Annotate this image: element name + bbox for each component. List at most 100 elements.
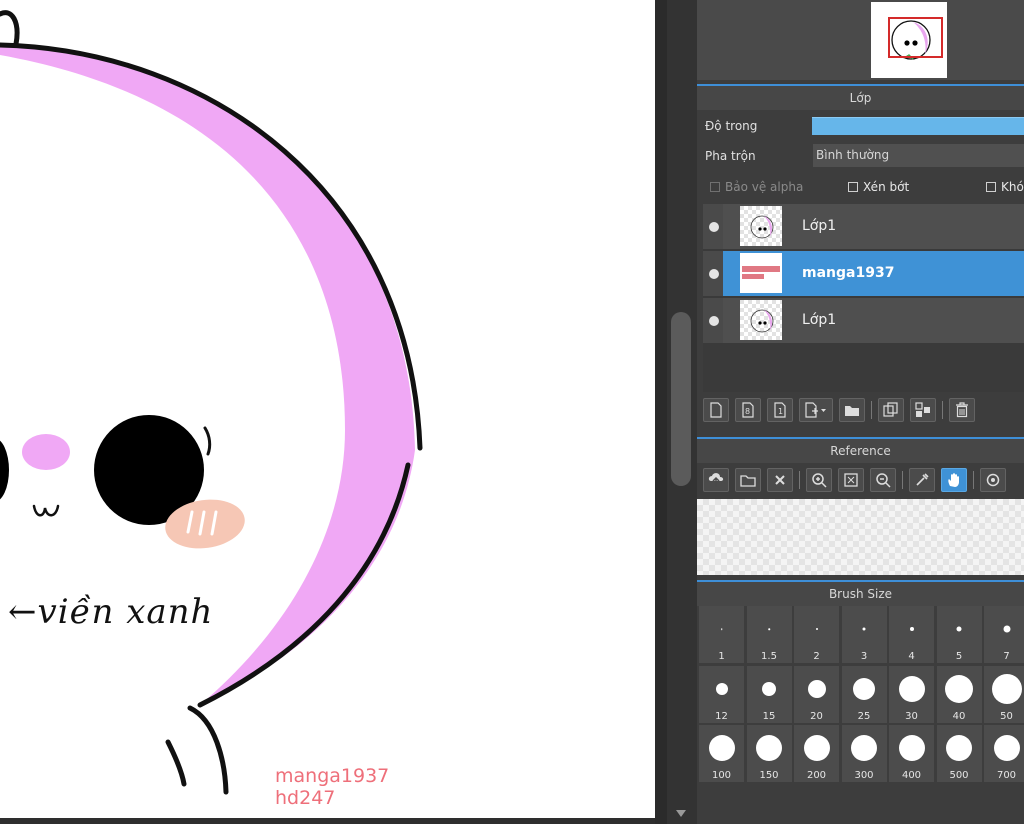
brush-preview-dot: [946, 735, 972, 761]
brush-size-label: 300: [854, 770, 874, 781]
delete-layer-icon[interactable]: [949, 398, 975, 422]
clipping-label: Xén bớt: [863, 180, 910, 194]
merge-layer-icon[interactable]: [910, 398, 936, 422]
reference-image-area[interactable]: [697, 499, 1024, 575]
brush-preview-dot: [991, 673, 1022, 704]
protect-alpha-checkbox[interactable]: [710, 182, 720, 192]
rotate-icon[interactable]: [980, 468, 1006, 492]
brush-size-panel-header: Brush Size: [697, 580, 1024, 606]
upload-icon[interactable]: [703, 468, 729, 492]
new-1bit-layer-icon[interactable]: 1: [767, 398, 793, 422]
canvas-bottom-strip: [0, 818, 655, 824]
opacity-slider[interactable]: [812, 117, 1024, 135]
layer-visibility-cell[interactable]: [703, 204, 723, 249]
brush-size-option[interactable]: 12: [699, 665, 744, 723]
brush-size-option[interactable]: 100: [699, 725, 744, 782]
character-drawing: [0, 10, 423, 795]
lock-checkbox[interactable]: [986, 182, 996, 192]
zoom-in-icon[interactable]: [806, 468, 832, 492]
eyedropper-icon[interactable]: [909, 468, 935, 492]
layer-row[interactable]: Lớp1: [703, 204, 1024, 249]
zoom-out-icon[interactable]: [870, 468, 896, 492]
brush-preview-dot: [862, 627, 866, 631]
brush-preview-dot: [720, 628, 723, 630]
toolbar-separator: [799, 471, 800, 489]
brush-size-option[interactable]: 30: [889, 665, 934, 723]
layer-row[interactable]: Lớp1: [703, 298, 1024, 343]
brush-size-label: 7: [1003, 651, 1010, 662]
navigator-panel[interactable]: [697, 0, 1024, 80]
brush-size-option[interactable]: 400: [889, 725, 934, 782]
lock-option[interactable]: Khó: [986, 180, 1024, 194]
brush-preview-dot: [803, 735, 830, 761]
clipping-checkbox[interactable]: [848, 182, 858, 192]
svg-text:1: 1: [778, 407, 783, 416]
brush-size-label: 1: [718, 651, 725, 662]
brush-size-label: 200: [806, 770, 827, 781]
brush-size-option[interactable]: 25: [841, 665, 887, 723]
brush-size-option[interactable]: 50: [984, 665, 1024, 723]
brush-size-label: 4: [908, 651, 915, 662]
brush-preview-dot: [708, 735, 735, 761]
layer-name[interactable]: Lớp1: [802, 312, 836, 328]
layer-row-selected[interactable]: manga1937: [703, 251, 1024, 296]
brush-size-option[interactable]: 150: [746, 725, 792, 782]
clipping-option[interactable]: Xén bớt: [848, 180, 909, 194]
layer-name[interactable]: Lớp1: [802, 218, 836, 234]
brush-size-option[interactable]: 40: [936, 665, 982, 723]
protect-alpha-label: Bảo vệ alpha: [725, 180, 804, 194]
brush-size-option[interactable]: 4: [889, 606, 934, 663]
close-icon[interactable]: [767, 468, 793, 492]
visibility-dot-icon[interactable]: [709, 316, 719, 326]
duplicate-layer-icon[interactable]: [878, 398, 904, 422]
toolbar-separator: [942, 401, 943, 419]
brush-size-label: 3: [860, 651, 868, 662]
add-layer-menu-icon[interactable]: [799, 398, 833, 422]
protect-alpha-option[interactable]: Bảo vệ alpha: [710, 180, 803, 194]
visibility-dot-icon[interactable]: [709, 269, 719, 279]
hand-icon[interactable]: [941, 468, 967, 492]
navigator-viewport-frame[interactable]: [888, 17, 943, 58]
layer-visibility-cell[interactable]: [703, 251, 723, 296]
brush-size-label: 1.5: [761, 651, 777, 662]
scrollbar-thumb[interactable]: [671, 312, 691, 486]
brush-size-option[interactable]: 3: [841, 606, 887, 663]
brush-size-option[interactable]: 20: [794, 665, 839, 723]
brush-preview-dot: [898, 675, 925, 702]
brush-size-label: 12: [715, 710, 728, 722]
brush-preview-dot: [956, 626, 962, 632]
canvas-edge: [655, 0, 667, 824]
brush-size-label: 400: [901, 770, 922, 781]
layer-thumbnail: [740, 253, 782, 293]
layer-list: Lớp1 manga1937 Lớp1: [703, 204, 1024, 392]
brush-size-option[interactable]: 700: [984, 725, 1024, 782]
brush-size-option[interactable]: 1: [699, 606, 744, 663]
brush-size-option[interactable]: 300: [841, 725, 887, 782]
drawing-canvas[interactable]: ←viền xanh manga1937 hd247: [0, 0, 655, 824]
visibility-dot-icon[interactable]: [709, 222, 719, 232]
scroll-down-icon[interactable]: [673, 806, 689, 820]
open-folder-icon[interactable]: [735, 468, 761, 492]
brush-size-option[interactable]: 1.5: [746, 606, 792, 663]
new-layer-icon[interactable]: [703, 398, 729, 422]
brush-preview-dot: [1003, 625, 1010, 633]
blend-mode-select[interactable]: Bình thường: [813, 144, 1024, 167]
brush-preview-dot: [853, 677, 875, 700]
layer-name[interactable]: manga1937: [802, 265, 894, 281]
brush-size-option[interactable]: 200: [794, 725, 839, 782]
brush-size-option[interactable]: 500: [936, 725, 982, 782]
fit-icon[interactable]: [838, 468, 864, 492]
brush-size-option[interactable]: 7: [984, 606, 1024, 663]
brush-size-option[interactable]: 2: [794, 606, 839, 663]
toolbar-separator: [973, 471, 974, 489]
brush-preview-dot: [909, 627, 914, 631]
toolbar-separator: [902, 471, 903, 489]
brush-preview-dot: [768, 628, 770, 630]
brush-size-option[interactable]: 15: [746, 665, 792, 723]
brush-size-label: 150: [759, 770, 779, 781]
brush-size-option[interactable]: 5: [936, 606, 982, 663]
layer-visibility-cell[interactable]: [703, 298, 723, 343]
folder-icon[interactable]: [839, 398, 865, 422]
new-8bit-layer-icon[interactable]: 8: [735, 398, 761, 422]
blend-mode-label: Pha trộn: [705, 149, 756, 163]
